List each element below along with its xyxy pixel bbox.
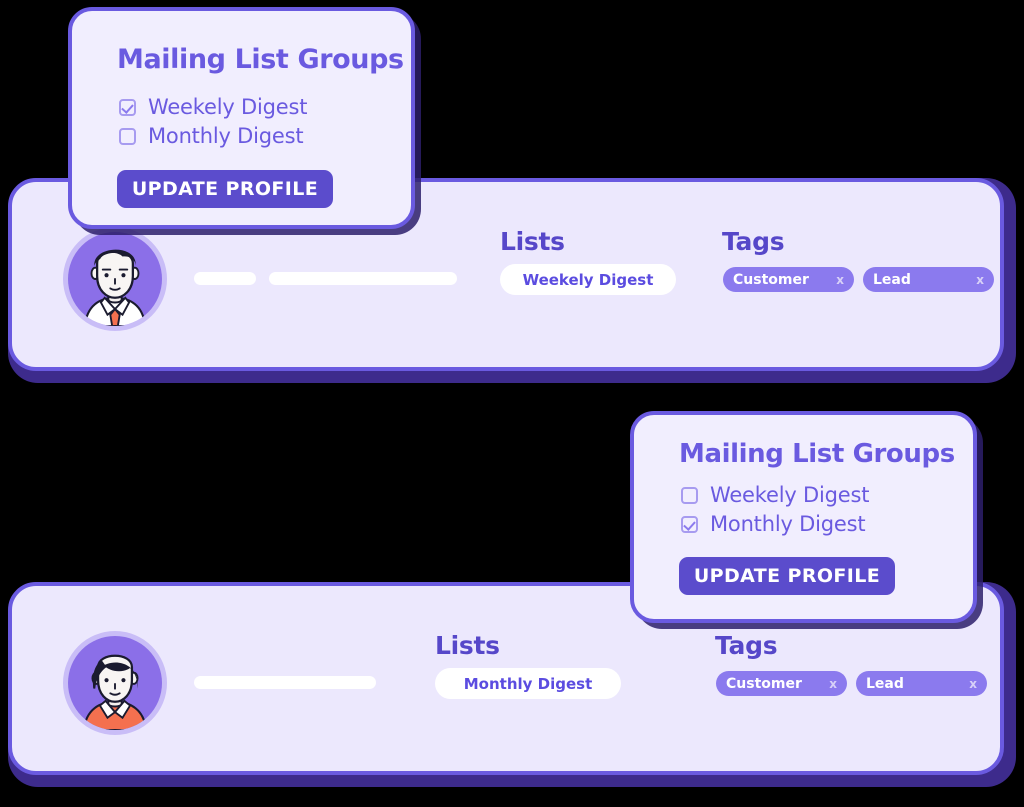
update-profile-button[interactable]: UPDATE PROFILE bbox=[679, 557, 895, 595]
tag-remove-icon[interactable]: x bbox=[826, 273, 844, 287]
avatar[interactable] bbox=[63, 631, 167, 735]
popup-title: Mailing List Groups bbox=[117, 44, 404, 75]
list-pill[interactable]: Monthly Digest bbox=[435, 668, 621, 699]
popup-2-card: Mailing List Groups Weekely Digest Month… bbox=[630, 411, 977, 623]
tag-pill[interactable]: Lead x bbox=[863, 267, 994, 292]
tags-column-title: Tags bbox=[722, 227, 785, 256]
tag-label: Customer bbox=[733, 271, 809, 288]
checkbox-row-monthly-digest[interactable]: Monthly Digest bbox=[681, 512, 866, 536]
woman-avatar bbox=[68, 636, 162, 730]
checkbox-weekly-digest[interactable] bbox=[119, 98, 136, 116]
man-avatar bbox=[68, 232, 162, 326]
checkbox-label: Monthly Digest bbox=[710, 512, 866, 536]
tags-column-title: Tags bbox=[715, 631, 778, 660]
tag-pill[interactable]: Lead x bbox=[856, 671, 987, 696]
update-profile-button[interactable]: UPDATE PROFILE bbox=[117, 170, 333, 208]
mailing-list-popup-1: Mailing List Groups Weekely Digest Month… bbox=[68, 7, 421, 235]
checkbox-label: Weekely Digest bbox=[148, 95, 308, 119]
tag-pill[interactable]: Customer x bbox=[716, 671, 847, 696]
lists-column-title: Lists bbox=[500, 227, 565, 256]
tag-label: Customer bbox=[726, 675, 802, 692]
checkbox-monthly-digest[interactable] bbox=[119, 127, 136, 145]
tag-remove-icon[interactable]: x bbox=[959, 677, 977, 691]
list-pill[interactable]: Weekely Digest bbox=[500, 264, 676, 295]
checkbox-label: Weekely Digest bbox=[710, 483, 870, 507]
checkbox-label: Monthly Digest bbox=[148, 124, 304, 148]
placeholder-bar bbox=[269, 272, 457, 285]
tag-pill[interactable]: Customer x bbox=[723, 267, 854, 292]
avatar[interactable] bbox=[63, 227, 167, 331]
tag-label: Lead bbox=[873, 271, 911, 288]
checkbox-row-weekly-digest[interactable]: Weekely Digest bbox=[119, 95, 307, 119]
lists-column-title: Lists bbox=[435, 631, 500, 660]
placeholder-bar bbox=[194, 272, 256, 285]
popup-title: Mailing List Groups bbox=[679, 439, 955, 469]
checkbox-monthly-digest[interactable] bbox=[681, 515, 698, 533]
placeholder-bar bbox=[194, 676, 376, 689]
mailing-list-popup-2: Mailing List Groups Weekely Digest Month… bbox=[630, 411, 983, 629]
tag-remove-icon[interactable]: x bbox=[819, 677, 837, 691]
screenshot-stage: Lists Weekely Digest Tags Customer x Lea… bbox=[0, 0, 1024, 807]
tag-label: Lead bbox=[866, 675, 904, 692]
checkbox-row-weekly-digest[interactable]: Weekely Digest bbox=[681, 483, 869, 507]
tag-remove-icon[interactable]: x bbox=[966, 273, 984, 287]
checkbox-weekly-digest[interactable] bbox=[681, 486, 698, 504]
checkbox-row-monthly-digest[interactable]: Monthly Digest bbox=[119, 124, 304, 148]
popup-1-card: Mailing List Groups Weekely Digest Month… bbox=[68, 7, 415, 229]
